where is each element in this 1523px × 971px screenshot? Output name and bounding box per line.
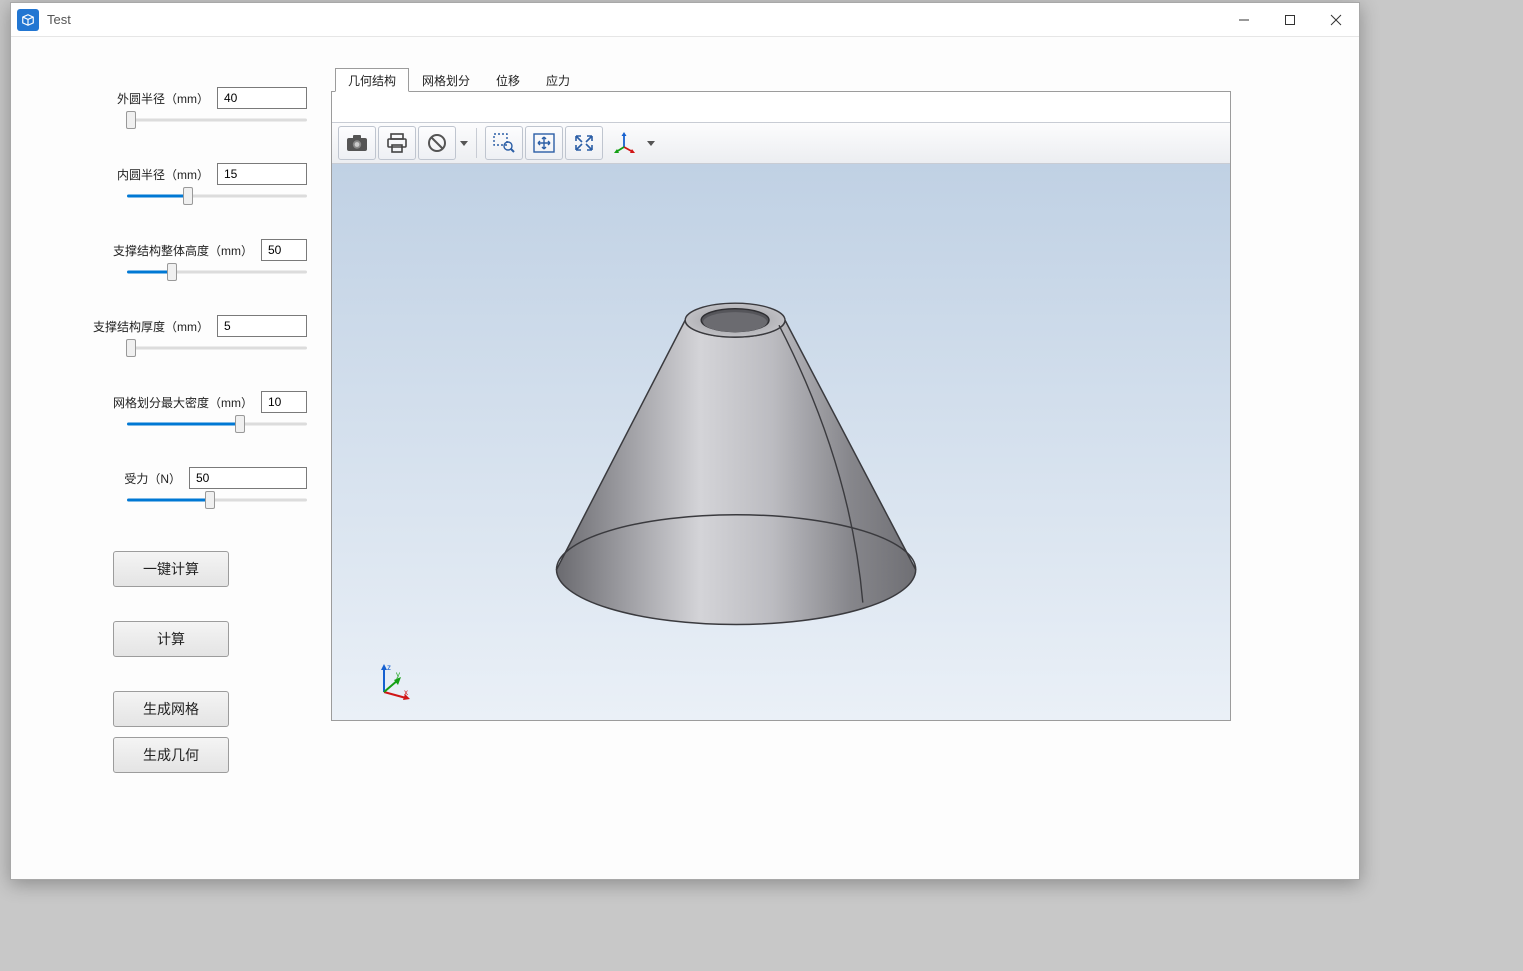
chevron-down-icon (460, 141, 468, 146)
param-thickness: 支撑结构厚度（mm） (35, 315, 307, 355)
geometry-cone-side (557, 320, 916, 624)
tab-displacement[interactable]: 位移 (483, 68, 533, 92)
param-mesh-density: 网格划分最大密度（mm） (35, 391, 307, 431)
param-label: 网格划分最大密度（mm） (113, 394, 253, 411)
thickness-slider[interactable] (127, 341, 307, 355)
total-height-slider[interactable] (127, 265, 307, 279)
param-outer-radius: 外圆半径（mm） (35, 87, 307, 127)
app-window: Test 外圆半径（mm） (10, 2, 1360, 880)
axes-dropdown[interactable] (605, 126, 655, 160)
param-force: 受力（N） (35, 467, 307, 507)
sidebar-buttons: 一键计算 计算 生成网格 生成几何 (35, 551, 307, 773)
camera-icon[interactable] (338, 126, 376, 160)
axis-triad: z x y (374, 662, 414, 702)
param-label: 支撑结构厚度（mm） (93, 318, 209, 335)
param-label: 内圆半径（mm） (117, 166, 209, 183)
axis-y-label: y (396, 670, 400, 679)
3d-viewport[interactable]: z x y (332, 164, 1230, 720)
tab-geometry[interactable]: 几何结构 (335, 68, 409, 92)
param-total-height: 支撑结构整体高度（mm） (35, 239, 307, 279)
reset-view-icon[interactable] (565, 126, 603, 160)
inner-radius-input[interactable] (217, 163, 307, 185)
titlebar: Test (11, 3, 1359, 37)
viewer-toolbar (332, 122, 1230, 164)
print-icon[interactable] (378, 126, 416, 160)
tabs: 几何结构 网格划分 位移 应力 (331, 67, 1359, 91)
force-slider[interactable] (127, 493, 307, 507)
geometry-hole-shade (703, 312, 767, 332)
outer-radius-slider[interactable] (127, 113, 307, 127)
app-icon (17, 9, 39, 31)
minimize-button[interactable] (1221, 3, 1267, 37)
tab-mesh[interactable]: 网格划分 (409, 68, 483, 92)
sidebar: 外圆半径（mm） 内圆半径（mm） (11, 37, 331, 879)
one-click-compute-button[interactable]: 一键计算 (113, 551, 229, 587)
chevron-down-icon (647, 141, 655, 146)
outer-radius-input[interactable] (217, 87, 307, 109)
force-input[interactable] (189, 467, 307, 489)
main-panel: 几何结构 网格划分 位移 应力 (331, 37, 1359, 879)
mesh-density-slider[interactable] (127, 417, 307, 431)
generate-mesh-button[interactable]: 生成网格 (113, 691, 229, 727)
generate-geometry-button[interactable]: 生成几何 (113, 737, 229, 773)
param-label: 外圆半径（mm） (117, 90, 209, 107)
toolbar-separator (476, 128, 477, 158)
compute-button[interactable]: 计算 (113, 621, 229, 657)
tab-stress[interactable]: 应力 (533, 68, 583, 92)
param-inner-radius: 内圆半径（mm） (35, 163, 307, 203)
zoom-select-icon[interactable] (485, 126, 523, 160)
total-height-input[interactable] (261, 239, 307, 261)
axis-x-label: x (404, 688, 408, 697)
maximize-button[interactable] (1267, 3, 1313, 37)
window-title: Test (47, 12, 71, 27)
viewer-frame: z x y (331, 91, 1231, 721)
fit-view-icon[interactable] (525, 126, 563, 160)
mesh-density-input[interactable] (261, 391, 307, 413)
param-label: 支撑结构整体高度（mm） (113, 242, 253, 259)
thickness-input[interactable] (217, 315, 307, 337)
inner-radius-slider[interactable] (127, 189, 307, 203)
axis-z-label: z (387, 663, 391, 672)
close-button[interactable] (1313, 3, 1359, 37)
param-label: 受力（N） (124, 470, 181, 487)
forbidden-dropdown[interactable] (418, 126, 468, 160)
